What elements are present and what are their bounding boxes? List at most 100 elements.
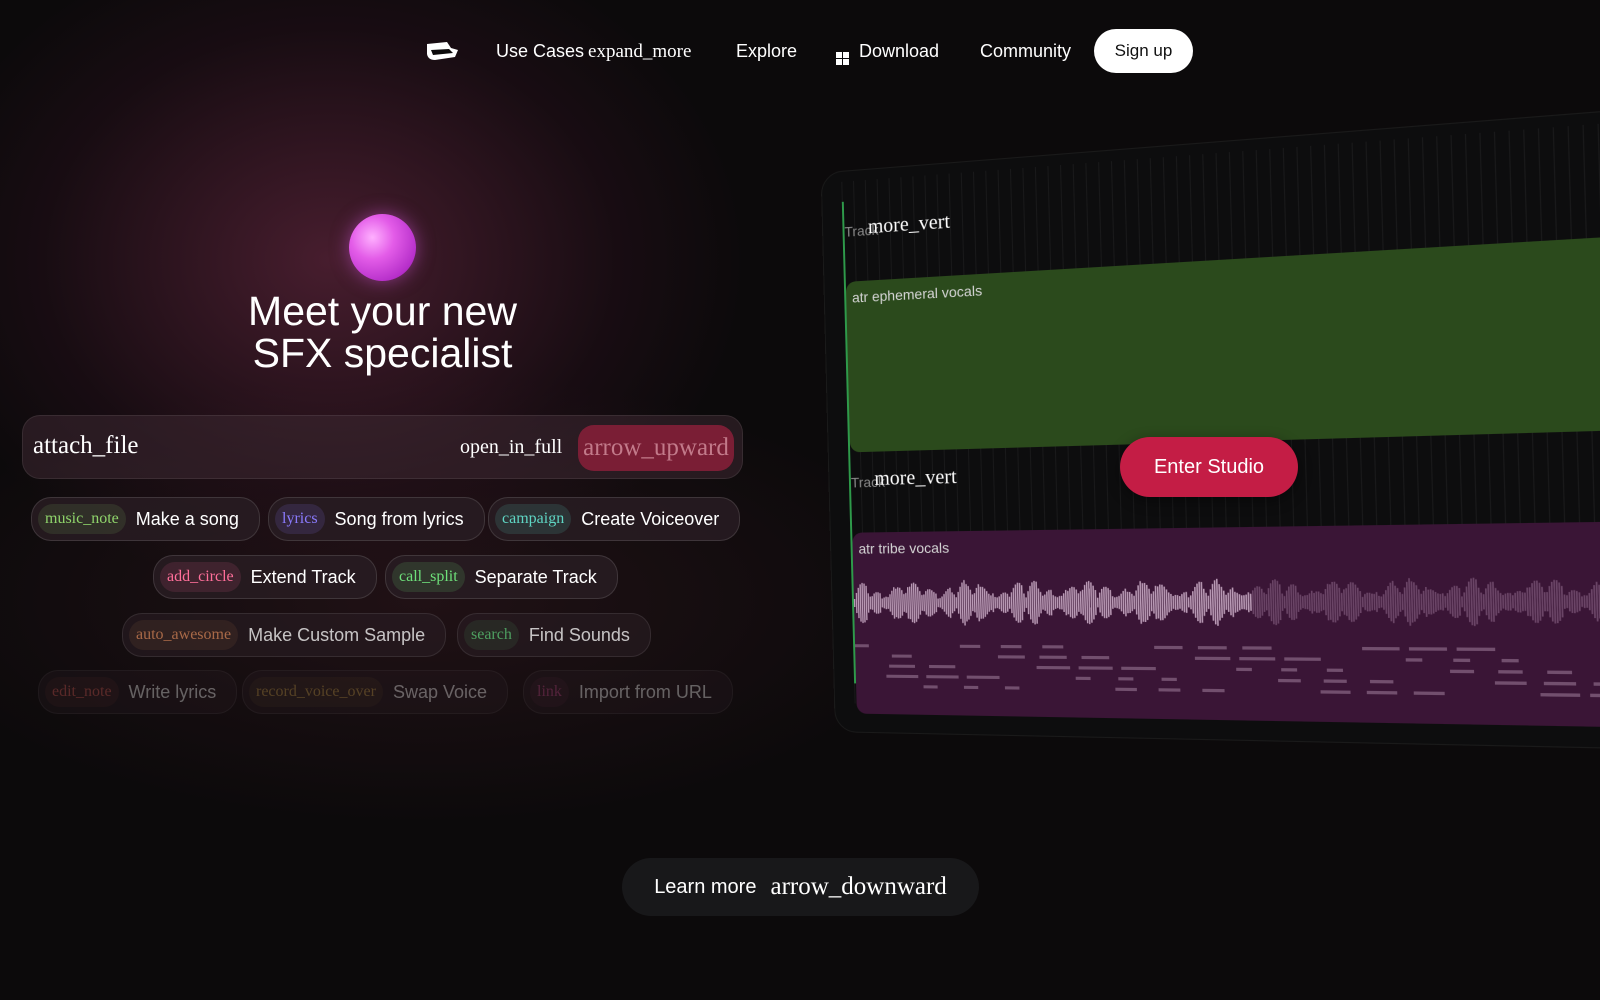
waveform-bar [1322, 594, 1325, 611]
waveform-bar [1236, 592, 1239, 612]
waveform-bar [1158, 584, 1162, 621]
waveform-bar [1546, 592, 1549, 612]
waveform-bar [992, 593, 995, 613]
waveform-bar [1274, 579, 1278, 626]
search-icon: search [464, 620, 519, 650]
record-voice-over-icon: record_voice_over [249, 677, 383, 707]
midi-note [1326, 668, 1344, 672]
enter-studio-button[interactable]: Enter Studio [1120, 437, 1298, 497]
waveform-bar [951, 592, 954, 614]
chip-extend-track[interactable]: add_circle Extend Track [153, 555, 377, 599]
midi-note [1547, 670, 1573, 675]
waveform-bar [1448, 589, 1452, 614]
waveform-bar [912, 582, 916, 624]
midi-note [1453, 658, 1471, 663]
waveform-bar [1229, 589, 1232, 616]
waveform-bar [1352, 582, 1355, 622]
campaign-icon: campaign [495, 504, 572, 534]
waveform-bar [1234, 591, 1237, 613]
waveform-bar [1172, 595, 1175, 609]
waveform-bar [887, 597, 890, 609]
clip-tribe-vocals[interactable]: atr tribe vocals mor [852, 519, 1600, 730]
chip-make-custom-sample[interactable]: auto_awesome Make Custom Sample [122, 613, 447, 657]
logo-icon[interactable] [425, 40, 459, 62]
chip-separate-track[interactable]: call_split Separate Track [385, 555, 618, 599]
chip-create-voiceover[interactable]: campaign Create Voiceover [488, 497, 741, 541]
midi-note [1593, 682, 1600, 687]
attach-file-icon[interactable]: attach_file [33, 432, 139, 460]
waveform-bar [1285, 590, 1289, 614]
waveform-bar [1583, 595, 1586, 609]
nav-use-cases[interactable]: Use Cases expand_more [496, 41, 691, 63]
waveform-bar [1222, 590, 1226, 614]
chip-label: Extend Track [250, 566, 356, 587]
waveform-bar [1249, 593, 1252, 611]
waveform-bar [1595, 581, 1599, 622]
learn-more-label: Learn more [654, 875, 757, 898]
waveform-bar [1027, 591, 1030, 615]
waveform-bar [1340, 592, 1343, 612]
waveform-bar [1120, 593, 1123, 612]
hero-title: Meet your new SFX specialist [160, 290, 605, 374]
waveform-bar [1343, 589, 1346, 615]
waveform-bar [895, 588, 898, 618]
waveform-bar [933, 592, 936, 614]
waveform-bar [1502, 594, 1505, 609]
waveform-bar [955, 597, 958, 609]
waveform-bar [1475, 579, 1479, 625]
more-vert-icon[interactable]: more_vert [874, 466, 957, 491]
waveform-bar [1310, 590, 1314, 614]
waveform-bar [1131, 593, 1134, 612]
call-split-icon: call_split [392, 562, 465, 592]
waveform-bar [1116, 596, 1118, 609]
midi-note [1362, 646, 1400, 651]
waveform-bar [1494, 587, 1498, 616]
waveform-bar [1243, 595, 1246, 610]
prompt-input[interactable]: attach_file open_in_full arrow_upward [22, 415, 743, 479]
chip-song-from-lyrics[interactable]: lyrics Song from lyrics [268, 497, 485, 541]
nav-download[interactable]: Download [836, 41, 939, 65]
waveform-bar [1299, 594, 1302, 610]
waveform-bar [1384, 590, 1388, 614]
chip-import-from-url[interactable]: link Import from URL [523, 670, 733, 714]
hero-title-line1: Meet your new [248, 288, 517, 334]
waveform-bar [1023, 593, 1026, 612]
waveform-bar [1207, 595, 1210, 609]
chip-label: Make Custom Sample [248, 624, 426, 645]
midi-note [1540, 693, 1581, 697]
midi-note [1161, 677, 1177, 682]
send-button[interactable]: arrow_upward [578, 425, 734, 471]
nav-explore[interactable]: Explore [736, 41, 797, 62]
chip-write-lyrics[interactable]: edit_note Write lyrics [38, 670, 238, 714]
waveform-bar [1189, 595, 1192, 610]
chip-make-a-song[interactable]: music_note Make a song [31, 497, 260, 541]
waveform-bar [1247, 592, 1250, 613]
waveform-bar [1191, 591, 1195, 614]
nav-community[interactable]: Community [980, 41, 1071, 62]
waveform-bar [853, 598, 856, 608]
chip-find-sounds[interactable]: search Find Sounds [457, 613, 651, 657]
waveform-bar [1256, 586, 1259, 619]
waveform-bar [927, 589, 930, 617]
waveform-bar [1081, 589, 1084, 616]
midi-note [1320, 690, 1351, 694]
waveform-bar [1444, 596, 1447, 608]
chip-label: Song from lyrics [334, 508, 464, 529]
midi-note [1413, 691, 1445, 696]
waveform-bar [1010, 592, 1013, 614]
chip-swap-voice[interactable]: record_voice_over Swap Voice [242, 670, 508, 714]
waveform-bar [883, 597, 886, 609]
waveform-bar [1578, 592, 1581, 612]
waveform-bar [1202, 588, 1206, 616]
waveform-bar [891, 590, 894, 616]
waveform-bar [1103, 586, 1106, 619]
signup-button[interactable]: Sign up [1094, 29, 1193, 73]
waveform-bar [1056, 597, 1059, 609]
open-in-full-icon[interactable]: open_in_full [460, 436, 562, 459]
waveform-bar [1566, 595, 1569, 609]
waveform-bar [1563, 594, 1566, 609]
waveform-bar [1455, 585, 1459, 618]
learn-more-button[interactable]: Learn more arrow_downward [622, 858, 979, 916]
waveform-bar [1504, 593, 1507, 610]
midi-note [929, 664, 956, 669]
